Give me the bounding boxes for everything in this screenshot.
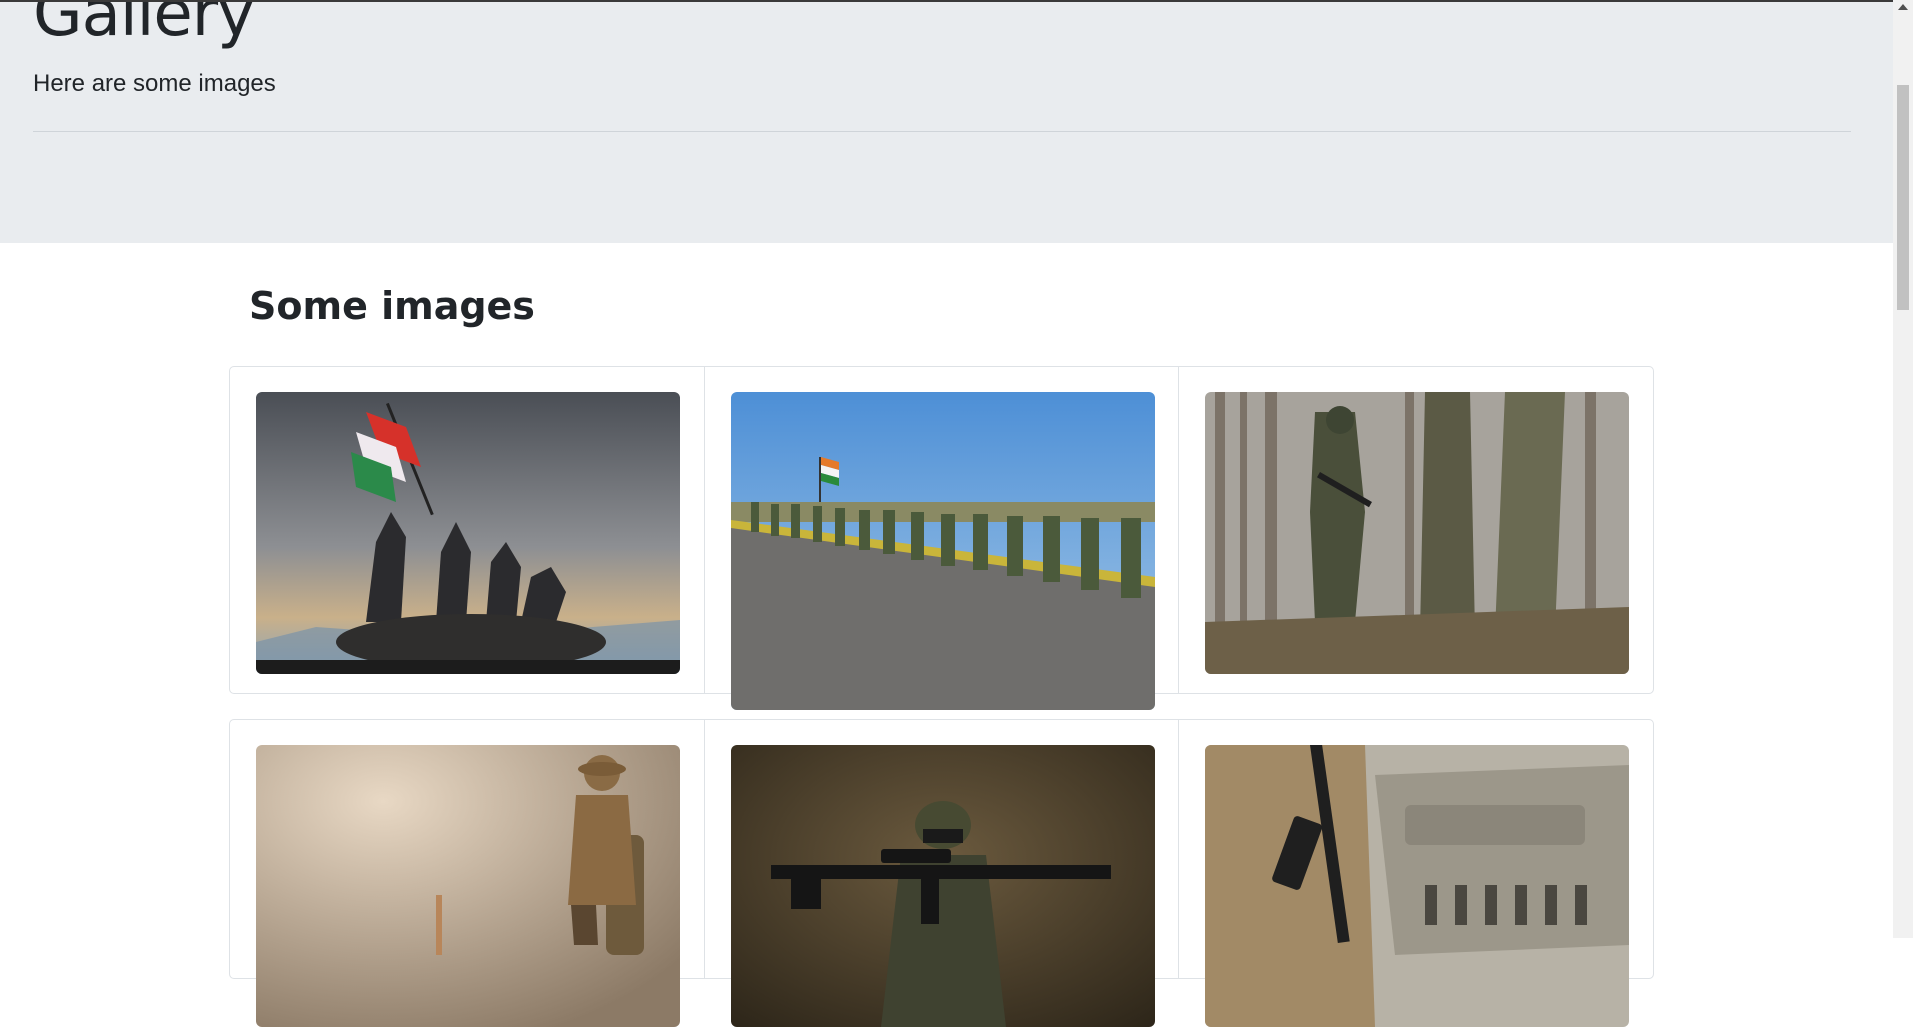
card bbox=[1178, 367, 1653, 693]
scrollbar-thumb[interactable] bbox=[1897, 85, 1909, 310]
card-deck-row-2 bbox=[229, 719, 1654, 1027]
section-title: Some images bbox=[249, 284, 535, 328]
divider bbox=[33, 131, 1851, 132]
card-deck-row-1 bbox=[229, 366, 1654, 710]
card bbox=[703, 367, 1179, 710]
card bbox=[230, 720, 704, 1027]
card bbox=[230, 367, 704, 693]
scroll-up-arrow-icon[interactable] bbox=[1898, 4, 1908, 10]
window-top-border bbox=[0, 0, 1893, 2]
gallery-image-rifle-tank[interactable] bbox=[1205, 745, 1630, 1027]
gallery-image-flag-statue[interactable] bbox=[256, 392, 680, 674]
page-lead: Here are some images bbox=[33, 70, 276, 97]
gallery-image-soldier-rifle[interactable] bbox=[730, 745, 1155, 1027]
gallery-image-forest-soldier[interactable] bbox=[1205, 392, 1630, 674]
gallery-image-soldiers-road[interactable] bbox=[730, 392, 1155, 710]
jumbotron: Gallery Here are some images bbox=[0, 0, 1893, 243]
card bbox=[703, 720, 1179, 1027]
vertical-scrollbar[interactable] bbox=[1893, 0, 1913, 938]
gallery-image-toy-soldier[interactable] bbox=[256, 745, 680, 1027]
card bbox=[1178, 720, 1653, 1027]
page-title: Gallery bbox=[33, 0, 255, 51]
